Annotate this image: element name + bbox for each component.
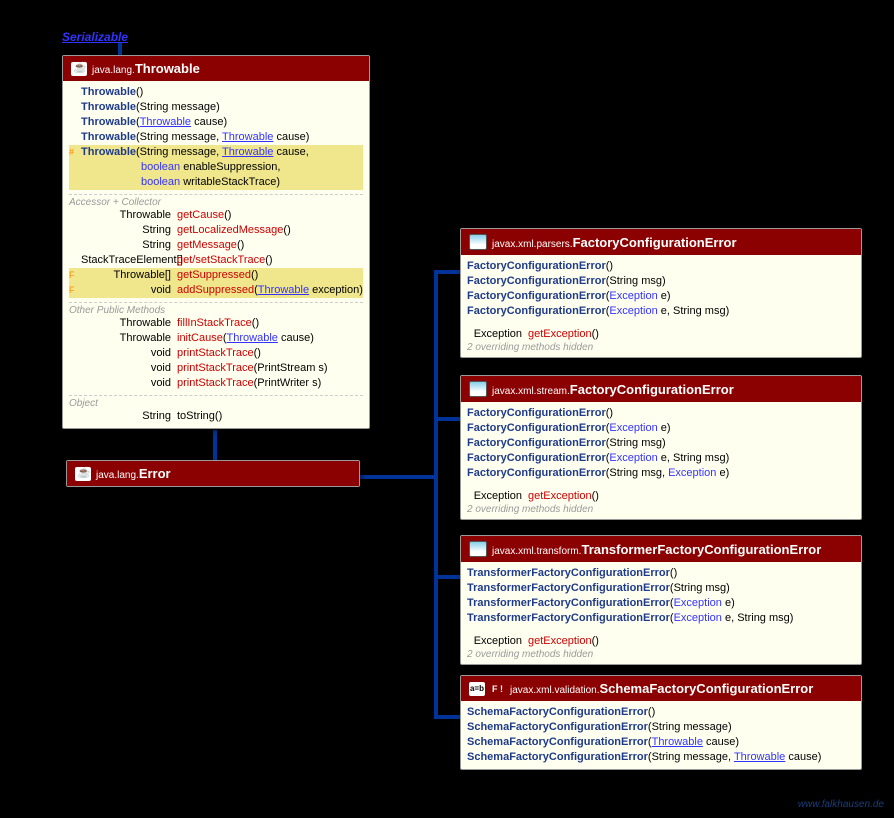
class-name: Throwable [135,61,200,76]
class-header: javax.xml.transform.TransformerFactoryCo… [461,536,861,562]
conn-error-main-v [434,270,438,718]
class-name: Error [139,466,171,481]
cup-icon [75,467,91,481]
screen-icon [469,381,487,397]
screen-icon [469,541,487,557]
screen-icon [469,234,487,250]
watermark: www.falkhausen.de [798,799,884,810]
conn-factory3 [434,575,462,579]
class-factory-3: a=bF !javax.xml.validation.SchemaFactory… [460,675,862,770]
conn-factory2 [434,417,462,421]
class-throwable: java.lang.Throwable Throwable ()Throwabl… [62,55,370,429]
serializable-link[interactable]: Serializable [62,30,128,44]
class-header: javax.xml.parsers.FactoryConfigurationEr… [461,229,861,255]
conn-error-main-h [358,475,438,479]
cup-icon [71,62,87,76]
conn-factory4 [434,715,462,719]
class-header: a=bF !javax.xml.validation.SchemaFactory… [461,676,861,701]
class-header-error: java.lang.Error [67,461,359,486]
class-error: java.lang.Error [66,460,360,487]
class-factory-1: javax.xml.stream.FactoryConfigurationErr… [460,375,862,520]
class-factory-0: javax.xml.parsers.FactoryConfigurationEr… [460,228,862,358]
class-header-throwable: java.lang.Throwable [63,56,369,81]
conn-throwable-error [213,430,217,460]
pkg-label: java.lang. [96,470,139,481]
pkg-label: java.lang. [92,65,135,76]
conn-factory1 [434,270,462,274]
class-header: javax.xml.stream.FactoryConfigurationErr… [461,376,861,402]
class-factory-2: javax.xml.transform.TransformerFactoryCo… [460,535,862,665]
ab-icon: a=b [469,682,485,696]
